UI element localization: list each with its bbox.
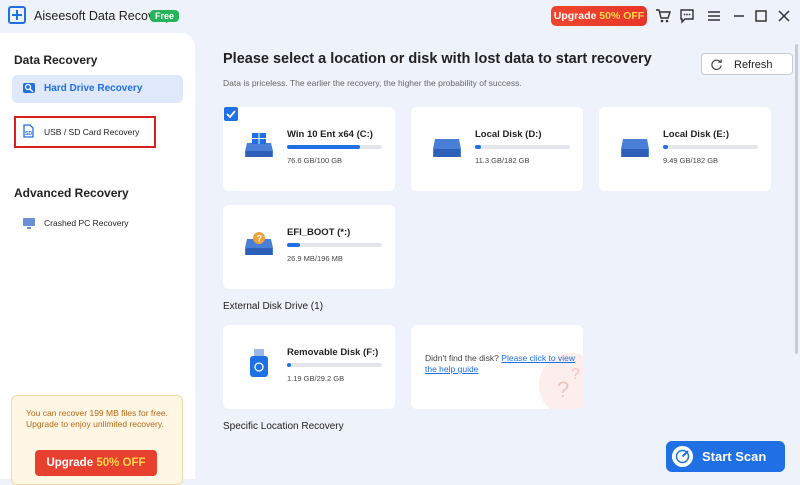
feedback-icon[interactable]: [679, 8, 695, 24]
help-card: ? ? Didn't find the disk? Please click t…: [411, 325, 583, 409]
promo-upgrade-discount: 50% OFF: [96, 457, 146, 469]
disk-name: EFI_BOOT (*:): [287, 227, 351, 238]
upgrade-promo-card: You can recover 199 MB files for free. U…: [11, 395, 183, 485]
upgrade-button[interactable]: Upgrade 50% OFF: [551, 6, 647, 26]
help-text: Didn't find the disk?: [425, 353, 499, 363]
disk-usage-bar: [287, 145, 382, 149]
disk-usage-bar: [287, 243, 382, 247]
svg-text:?: ?: [557, 377, 569, 402]
disk-usage-bar: [287, 363, 382, 367]
scan-icon: [672, 446, 693, 467]
refresh-label: Refresh: [734, 59, 773, 71]
disk-size: 1.19 GB/29.2 GB: [287, 374, 345, 383]
hard-drive-search-icon: [23, 83, 35, 93]
disk-name: Local Disk (E:): [663, 129, 729, 140]
sd-card-icon: SD: [23, 124, 34, 138]
disk-name: Win 10 Ent x64 (C:): [287, 129, 373, 140]
disk-name: Removable Disk (F:): [287, 347, 379, 358]
title-bar: Aiseesoft Data Recovery Free Upgrade 50%…: [0, 0, 800, 33]
disk-size: 11.3 GB/182 GB: [475, 156, 530, 165]
hard-disk-icon: [433, 139, 461, 157]
app-logo-icon: [8, 6, 26, 24]
disk-usage-bar: [663, 145, 758, 149]
disk-usage-bar: [475, 145, 570, 149]
menu-icon[interactable]: [706, 8, 722, 24]
sidebar-item-crashed-pc-recovery[interactable]: Crashed PC Recovery: [12, 210, 183, 238]
external-disk-label: External Disk Drive (1): [223, 301, 324, 312]
sidebar-item-hard-drive-recovery[interactable]: Hard Drive Recovery: [12, 75, 183, 103]
disk-card-e[interactable]: Local Disk (E:) 9.49 GB/182 GB: [599, 107, 771, 191]
crashed-pc-icon: [23, 218, 35, 229]
disk-size: 26.9 MB/196 MB: [287, 254, 343, 263]
promo-text: You can recover 199 MB files for free. U…: [26, 408, 168, 429]
svg-text:?: ?: [257, 234, 263, 244]
refresh-button[interactable]: Refresh: [701, 53, 793, 75]
free-badge: Free: [150, 10, 180, 22]
close-icon[interactable]: [776, 8, 792, 24]
disk-card-efi[interactable]: ? EFI_BOOT (*:) 26.9 MB/196 MB: [223, 205, 395, 289]
start-scan-button[interactable]: Start Scan: [666, 441, 785, 472]
sidebar-item-label: Hard Drive Recovery: [44, 83, 143, 94]
disk-name: Local Disk (D:): [475, 129, 542, 140]
specific-location-label: Specific Location Recovery: [223, 421, 344, 432]
disk-size: 76.6 GB/100 GB: [287, 156, 343, 165]
promo-upgrade-button[interactable]: Upgrade 50% OFF: [35, 450, 157, 476]
selected-check-icon: [224, 107, 238, 121]
upgrade-discount: 50% OFF: [599, 10, 645, 22]
sidebar: Data Recovery Hard Drive Recovery SD USB…: [0, 33, 195, 485]
start-scan-label: Start Scan: [702, 449, 767, 464]
hard-disk-icon: [621, 139, 649, 157]
svg-text:SD: SD: [25, 131, 32, 137]
disk-card-removable[interactable]: Removable Disk (F:) 1.19 GB/29.2 GB: [223, 325, 395, 409]
sidebar-item-label: USB / SD Card Recovery: [44, 127, 140, 137]
page-subtitle: Data is priceless. The earlier the recov…: [223, 78, 522, 88]
refresh-icon: [711, 59, 722, 70]
usb-drive-icon: [250, 349, 268, 377]
disk-card-d[interactable]: Local Disk (D:) 11.3 GB/182 GB: [411, 107, 583, 191]
disk-size: 9.49 GB/182 GB: [663, 156, 719, 165]
maximize-icon[interactable]: [753, 8, 769, 24]
unknown-disk-icon: ?: [245, 232, 273, 255]
disk-card-c[interactable]: Win 10 Ent x64 (C:) 76.6 GB/100 GB: [223, 107, 395, 191]
windows-disk-icon: [245, 133, 273, 157]
minimize-icon[interactable]: [731, 8, 747, 24]
page-title: Please select a location or disk with lo…: [223, 51, 652, 67]
sidebar-section-data-recovery: Data Recovery: [14, 53, 98, 67]
promo-upgrade-label: Upgrade: [46, 457, 94, 469]
upgrade-label: Upgrade: [553, 10, 597, 22]
scrollbar[interactable]: [795, 44, 798, 354]
sidebar-item-label: Crashed PC Recovery: [44, 218, 129, 228]
sidebar-section-advanced-recovery: Advanced Recovery: [14, 186, 129, 200]
cart-icon[interactable]: [655, 8, 671, 24]
sidebar-item-usb-sd-card-recovery[interactable]: SD USB / SD Card Recovery: [14, 116, 156, 148]
